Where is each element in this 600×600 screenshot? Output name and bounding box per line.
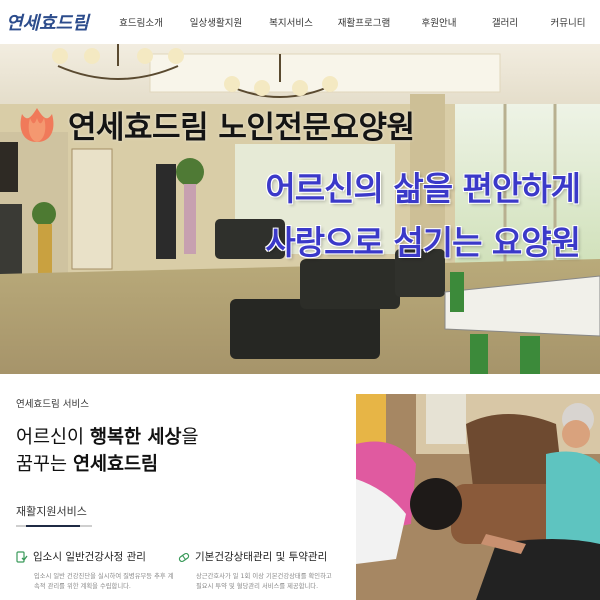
- heading-emphasis: 행복한 세상: [89, 427, 182, 448]
- medicine-icon: [178, 552, 190, 562]
- service-card-header: 기본건강상태관리 및 투약관리: [178, 549, 336, 564]
- site-header: 연세효드림 효드림소개 일상생활지원 복지서비스 재활프로그램 후원안내 갤러리…: [0, 0, 600, 44]
- service-title: 기본건강상태관리 및 투약관리: [195, 551, 328, 563]
- nav-item-daily-support[interactable]: 일상생활지원: [174, 0, 258, 44]
- service-title: 입소시 일반건강사정 관리: [33, 551, 146, 563]
- hero-title-row: 연세효드림 노인전문요양원: [16, 102, 415, 147]
- section-heading: 어르신이 행복한 세상을 꿈꾸는 연세효드림: [16, 424, 346, 478]
- service-card-header: 입소시 일반건강사정 관리: [16, 549, 174, 564]
- service-description: 상근간호사가 일 1회 이상 기본건강상태를 확인하고 필요시 투약 및 혈당관…: [196, 573, 332, 590]
- nav-item-about[interactable]: 효드림소개: [108, 0, 174, 44]
- main-nav: 효드림소개 일상생활지원 복지서비스 재활프로그램 후원안내 갤러리 커뮤니티: [108, 0, 600, 44]
- heading-text: 을: [181, 427, 199, 448]
- nav-item-rehab[interactable]: 재활프로그램: [324, 0, 404, 44]
- hero-banner: 연세효드림 노인전문요양원 어르신의 삶을 편안하게 사랑으로 섬기는 요양원: [0, 44, 600, 374]
- section-label: 연세효드림 서비스: [16, 399, 89, 410]
- subsection-underline: [16, 525, 92, 527]
- site-logo[interactable]: 연세효드림: [6, 6, 89, 38]
- heading-text: 어르신이: [16, 427, 90, 448]
- checkup-icon: [16, 550, 28, 563]
- logo-text: 연세효드림: [6, 13, 89, 34]
- caregiver-photo: [356, 394, 600, 600]
- nav-item-community[interactable]: 커뮤니티: [536, 0, 600, 44]
- service-card-checkup[interactable]: 입소시 일반건강사정 관리 입소시 일반 건강진단을 실시하여 질병유무등 추후…: [16, 549, 174, 592]
- hero-subtitle-line1: 어르신의 삶을 편안하게: [265, 169, 581, 208]
- service-description: 입소시 일반 건강진단을 실시하여 질병유무등 추후 계속적 관리를 위한 계획…: [34, 573, 174, 590]
- tulip-icon: [20, 107, 54, 142]
- nav-item-welfare[interactable]: 복지서비스: [258, 0, 324, 44]
- heading-emphasis: 연세효드림: [72, 454, 159, 475]
- nav-item-donation[interactable]: 후원안내: [404, 0, 474, 44]
- subsection-title: 재활지원서비스: [16, 505, 87, 518]
- nav-item-gallery[interactable]: 갤러리: [474, 0, 536, 44]
- services-section: 연세효드림 서비스 어르신이 행복한 세상을 꿈꾸는 연세효드림 재활지원서비스…: [0, 374, 600, 600]
- hero-title: 연세효드림 노인전문요양원: [68, 110, 415, 146]
- hero-subtitle-line2: 사랑으로 섬기는 요양원: [265, 223, 581, 262]
- service-card-medication[interactable]: 기본건강상태관리 및 투약관리 상근간호사가 일 1회 이상 기본건강상태를 확…: [178, 549, 336, 592]
- heading-text: 꿈꾸는: [16, 454, 73, 475]
